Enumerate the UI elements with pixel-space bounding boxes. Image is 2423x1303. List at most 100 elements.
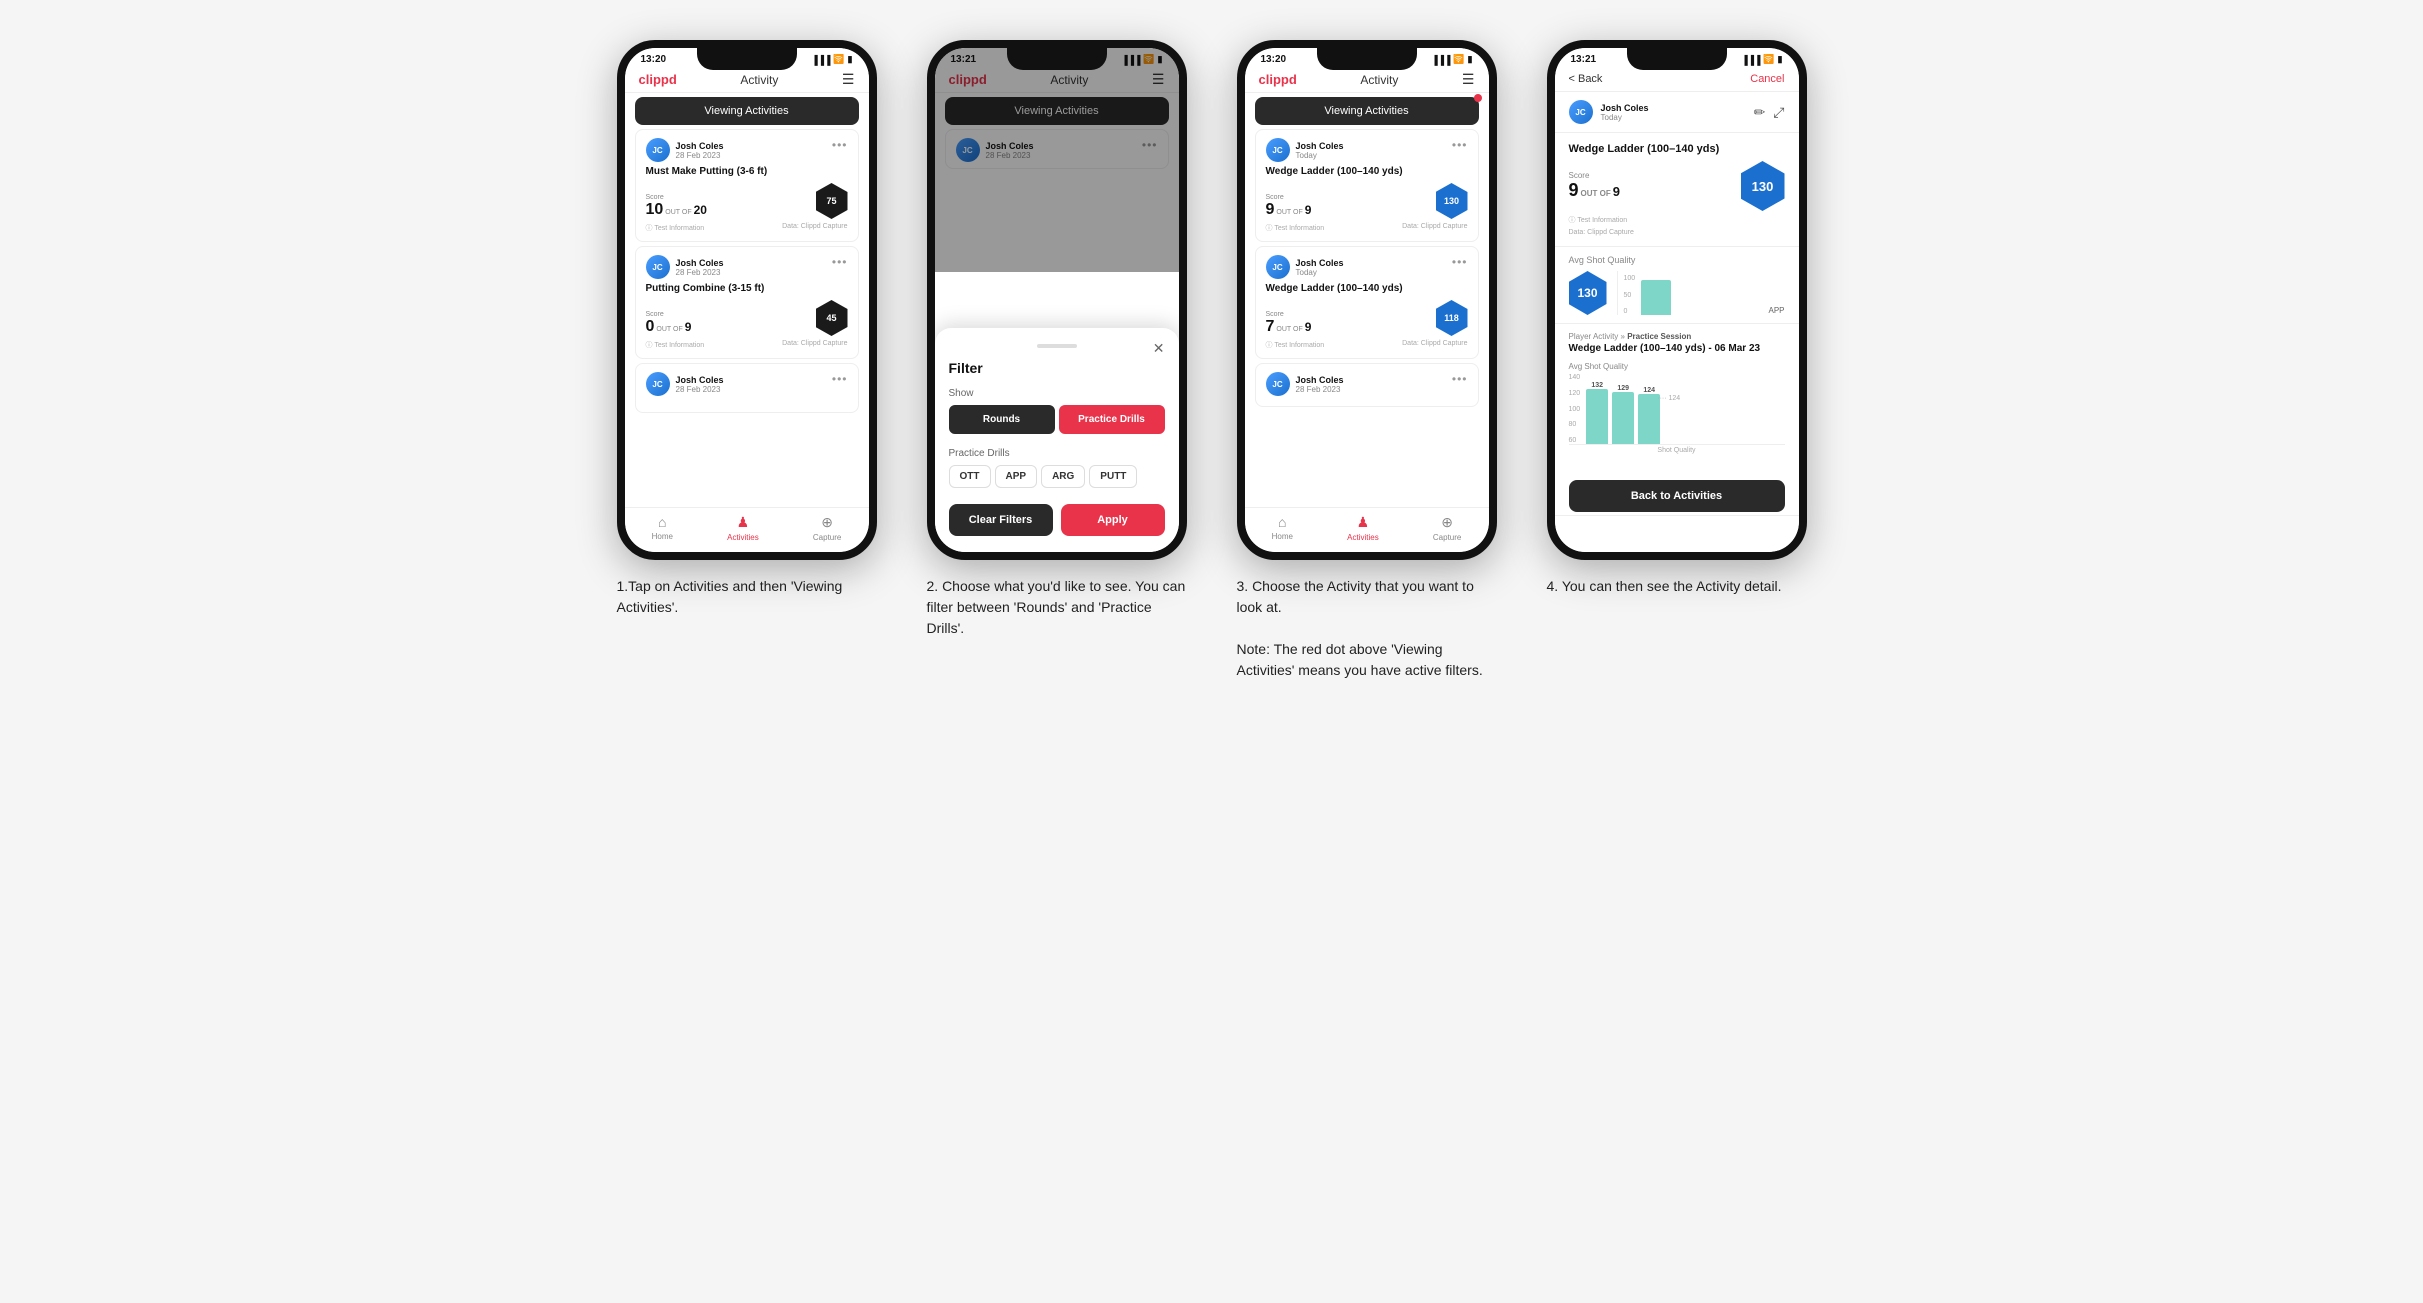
avatar-3: JC (646, 372, 670, 396)
avatar-3-2: JC (1266, 255, 1290, 279)
filter-toggle-row: Rounds Practice Drills (949, 405, 1165, 434)
detail-user-row: JC Josh Coles Today ✏ ⤢ (1555, 92, 1799, 133)
practice-drills-btn[interactable]: Practice Drills (1059, 405, 1165, 434)
user-date-1: 28 Feb 2023 (676, 151, 724, 160)
filter-title: Filter (949, 360, 1165, 376)
tag-ott[interactable]: OTT (949, 465, 991, 488)
phone-1-column: 13:20 ▐▐▐ 🛜 ▮ clippd Activity ☰ Viewing … (607, 40, 887, 618)
user-info-1: Josh Coles 28 Feb 2023 (676, 141, 724, 160)
edit-icon[interactable]: ✏ (1754, 104, 1766, 121)
detail-scores-section: Wedge Ladder (100–140 yds) Score 9 OUT O… (1555, 133, 1799, 247)
tag-arg[interactable]: ARG (1041, 465, 1085, 488)
chart-bar (1641, 280, 1671, 315)
chart-label: APP (1768, 306, 1784, 315)
status-time-3: 13:20 (1261, 54, 1287, 65)
shot-quality-3-2: 118 (1436, 300, 1468, 336)
nav-capture-1[interactable]: ⊕ Capture (813, 514, 841, 542)
caption-2: 2. Choose what you'd like to see. You ca… (927, 576, 1187, 639)
nav-title-3: Activity (1360, 73, 1398, 87)
menu-icon-1[interactable]: ☰ (842, 71, 855, 88)
viewing-banner-3[interactable]: Viewing Activities (1255, 97, 1479, 125)
card-dots-1[interactable]: ••• (832, 138, 848, 152)
phone-3-column: 13:20 ▐▐▐ 🛜 ▮ clippd Activity ☰ Viewing … (1227, 40, 1507, 681)
cancel-button[interactable]: Cancel (1750, 73, 1784, 85)
nav-home-3[interactable]: ⌂ Home (1272, 514, 1293, 542)
expand-icon[interactable]: ⤢ (1773, 104, 1784, 121)
card-stats-2: Score 0 OUT OF 9 45 (646, 300, 848, 336)
phone-notch (697, 48, 797, 70)
apply-btn[interactable]: Apply (1061, 504, 1165, 536)
phone-2-column: 13:21 ▐▐▐ 🛜 ▮ clippd Activity ☰ Viewing … (917, 40, 1197, 639)
home-icon-1: ⌂ (658, 514, 666, 530)
stat-score-1: Score 10 OUT OF 20 (646, 194, 707, 219)
wifi-icon: 🛜 (833, 54, 844, 65)
status-time-4: 13:21 (1571, 54, 1597, 65)
viewing-banner-1[interactable]: Viewing Activities (635, 97, 859, 125)
practice-drills-label: Practice Drills (949, 448, 1165, 459)
back-activities-btn[interactable]: Back to Activities (1569, 480, 1785, 512)
modal-handle (1037, 344, 1077, 348)
card-header-2: JC Josh Coles 28 Feb 2023 ••• (646, 255, 848, 279)
show-label: Show (949, 388, 1165, 399)
nav-activities-1[interactable]: ♟ Activities (727, 514, 759, 542)
activity-card-1[interactable]: JC Josh Coles 28 Feb 2023 ••• Must Make … (635, 129, 859, 242)
bar-chart: 140 120 100 80 60 132 129 (1569, 375, 1785, 445)
signal-icon: ▐▐▐ (811, 55, 830, 65)
mini-chart: 100 50 0 APP (1617, 271, 1785, 315)
avatar-1: JC (646, 138, 670, 162)
viewing-banner-text-1: Viewing Activities (704, 105, 788, 117)
card-user-1: JC Josh Coles 28 Feb 2023 (646, 138, 724, 162)
nav-capture-3[interactable]: ⊕ Capture (1433, 514, 1461, 542)
card-header-1: JC Josh Coles 28 Feb 2023 ••• (646, 138, 848, 162)
menu-icon-3[interactable]: ☰ (1462, 71, 1475, 88)
status-icons-4: ▐▐▐ 🛜 ▮ (1741, 54, 1782, 65)
phone-2: 13:21 ▐▐▐ 🛜 ▮ clippd Activity ☰ Viewing … (927, 40, 1187, 560)
phones-container: 13:20 ▐▐▐ 🛜 ▮ clippd Activity ☰ Viewing … (607, 40, 1817, 681)
tag-app[interactable]: APP (995, 465, 1038, 488)
user-name-1: Josh Coles (676, 141, 724, 151)
phone-notch-4 (1627, 48, 1727, 70)
card-footer-1: ⓘ Test Information Data: Clippd Capture (646, 223, 848, 233)
nav-activities-3[interactable]: ♟ Activities (1347, 514, 1379, 542)
bottom-nav-1: ⌂ Home ♟ Activities ⊕ Capture (625, 507, 869, 552)
tag-putt[interactable]: PUTT (1089, 465, 1137, 488)
avatar-4: JC (1569, 100, 1593, 124)
avatar-3-1: JC (1266, 138, 1290, 162)
filter-tags: OTT APP ARG PUTT (949, 465, 1165, 488)
activity-card-3-partial[interactable]: JC Josh Coles 28 Feb 2023 ••• (635, 363, 859, 413)
activity-card-3-1[interactable]: JC Josh Coles Today ••• Wedge Ladder (10… (1255, 129, 1479, 242)
nav-bar-1: clippd Activity ☰ (625, 67, 869, 93)
card-title-1: Must Make Putting (3-6 ft) (646, 166, 848, 177)
user-name-2: Josh Coles (676, 258, 724, 268)
bottom-nav-3: ⌂ Home ♟ Activities ⊕ Capture (1245, 507, 1489, 552)
user-info-2: Josh Coles 28 Feb 2023 (676, 258, 724, 277)
card-title-2: Putting Combine (3-15 ft) (646, 283, 848, 294)
shot-quality-1: 75 (816, 183, 848, 219)
filter-actions: Clear Filters Apply (949, 504, 1165, 536)
nav-title-1: Activity (740, 73, 778, 87)
bar-item-2: 129 (1612, 385, 1634, 444)
activity-card-2[interactable]: JC Josh Coles 28 Feb 2023 ••• Putting Co… (635, 246, 859, 359)
phone-4-screen: 13:21 ▐▐▐ 🛜 ▮ < Back Cancel JC (1555, 48, 1799, 552)
session-section: Player Activity » Practice Session Wedge… (1555, 324, 1799, 462)
activity-card-3-partial: JC Josh Coles 28 Feb 2023 ••• (1255, 363, 1479, 407)
card-user-3: JC Josh Coles 28 Feb 2023 (646, 372, 724, 396)
status-time-1: 13:20 (641, 54, 667, 65)
avg-shot-quality-section: Avg Shot Quality 130 100 50 0 (1555, 247, 1799, 324)
shot-quality-detail: 130 (1741, 161, 1785, 211)
nav-home-1[interactable]: ⌂ Home (652, 514, 673, 542)
phone-1: 13:20 ▐▐▐ 🛜 ▮ clippd Activity ☰ Viewing … (617, 40, 877, 560)
clear-filters-btn[interactable]: Clear Filters (949, 504, 1053, 536)
card-user-2: JC Josh Coles 28 Feb 2023 (646, 255, 724, 279)
close-icon[interactable]: ✕ (1153, 340, 1165, 357)
shot-quality-2: 45 (816, 300, 848, 336)
card-stats-1: Score 10 OUT OF 20 75 (646, 183, 848, 219)
back-button[interactable]: < Back (1569, 73, 1603, 85)
caption-3: 3. Choose the Activity that you want to … (1237, 576, 1497, 681)
user-date-2: 28 Feb 2023 (676, 268, 724, 277)
card-dots-2[interactable]: ••• (832, 255, 848, 269)
logo-3: clippd (1259, 72, 1297, 87)
activity-card-3-2[interactable]: JC Josh Coles Today ••• Wedge Ladder (10… (1255, 246, 1479, 359)
rounds-btn[interactable]: Rounds (949, 405, 1055, 434)
phone-1-screen: 13:20 ▐▐▐ 🛜 ▮ clippd Activity ☰ Viewing … (625, 48, 869, 552)
